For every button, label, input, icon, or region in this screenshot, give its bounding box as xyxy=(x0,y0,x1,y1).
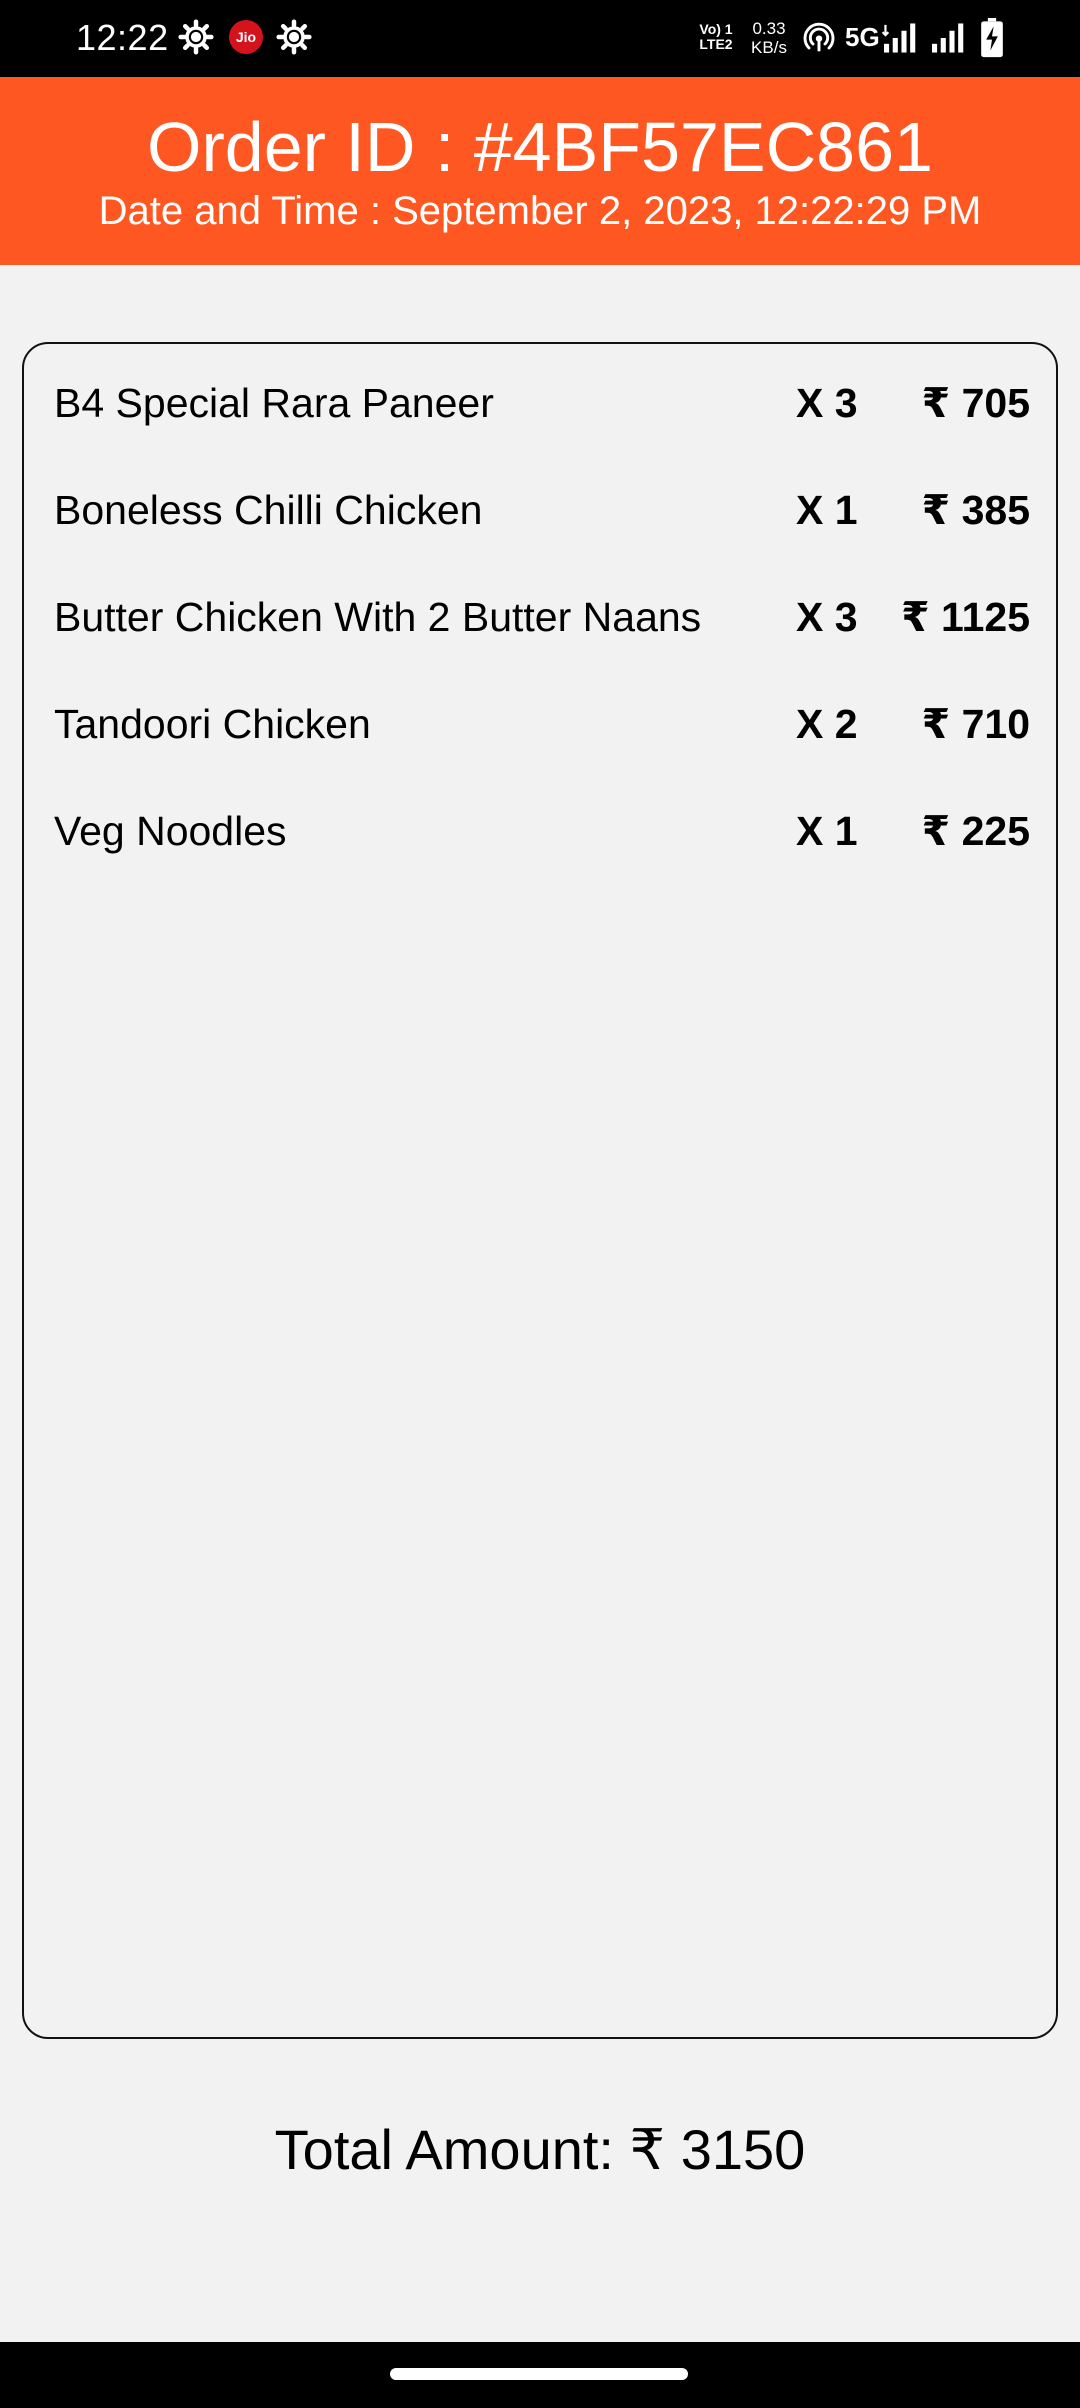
item-quantity: X 1 xyxy=(796,808,858,854)
speed-unit: KB/s xyxy=(751,38,787,57)
order-header: Order ID : #4BF57EC861 Date and Time : S… xyxy=(0,77,1080,265)
network-speed: 0.33 KB/s xyxy=(744,19,794,57)
list-item: Butter Chicken With 2 Butter Naans X 3 ₹… xyxy=(24,587,1056,647)
order-date-time: Date and Time : September 2, 2023, 12:22… xyxy=(98,189,982,233)
hotspot-icon xyxy=(803,22,835,52)
signal-icon xyxy=(932,23,964,53)
battery-charging-icon xyxy=(981,18,1003,58)
signal-icon xyxy=(882,23,916,53)
list-item: Boneless Chilli Chicken X 1 ₹ 385 xyxy=(24,480,1056,540)
volte-icon: Vo) 1 LTE2 xyxy=(694,22,738,52)
item-quantity: X 1 xyxy=(796,487,858,533)
list-item: Veg Noodles X 1 ₹ 225 xyxy=(24,801,1056,861)
item-quantity: X 2 xyxy=(796,701,858,747)
item-price: ₹ 705 xyxy=(921,380,1030,426)
item-name: B4 Special Rara Paneer xyxy=(54,380,494,426)
item-name: Veg Noodles xyxy=(54,808,287,854)
navigation-bar xyxy=(0,2342,1080,2408)
gear-icon xyxy=(178,19,214,55)
item-quantity: X 3 xyxy=(796,594,858,640)
list-item: Tandoori Chicken X 2 ₹ 710 xyxy=(24,694,1056,754)
item-price: ₹ 385 xyxy=(921,487,1030,533)
status-time: 12:22 xyxy=(76,17,169,58)
item-quantity: X 3 xyxy=(796,380,858,426)
order-id: Order ID : #4BF57EC861 xyxy=(147,108,933,186)
status-bar: 12:22 Jio Vo) 1 LTE2 0.33 KB/s 5G xyxy=(0,0,1080,77)
order-items-card: B4 Special Rara Paneer X 3 ₹ 705 Boneles… xyxy=(22,342,1058,2039)
volte-line1: Vo) 1 xyxy=(699,21,733,37)
list-item: B4 Special Rara Paneer X 3 ₹ 705 xyxy=(24,373,1056,433)
jio-icon: Jio xyxy=(229,20,263,54)
speed-value: 0.33 xyxy=(752,19,786,38)
total-amount: Total Amount: ₹ 3150 xyxy=(274,2118,806,2181)
volte-line2: LTE2 xyxy=(699,36,733,52)
gear-icon xyxy=(276,19,312,55)
network-type: 5G xyxy=(845,22,880,52)
item-price: ₹ 225 xyxy=(921,808,1030,854)
item-name: Butter Chicken With 2 Butter Naans xyxy=(54,594,702,640)
home-gesture-handle[interactable] xyxy=(390,2368,688,2380)
item-price: ₹ 1125 xyxy=(901,594,1030,640)
item-name: Boneless Chilli Chicken xyxy=(54,487,483,533)
item-name: Tandoori Chicken xyxy=(54,701,371,747)
item-price: ₹ 710 xyxy=(921,701,1030,747)
